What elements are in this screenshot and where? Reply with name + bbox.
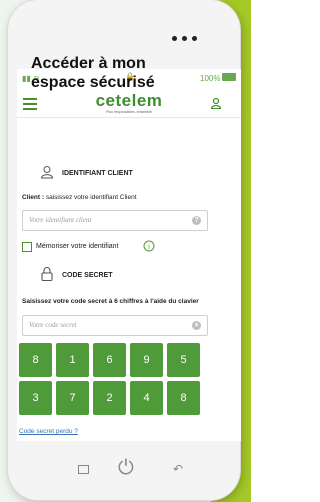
app-header: cetelem Plus responsables, ensemble (17, 89, 241, 118)
logo-text: cetelem (95, 91, 163, 110)
battery-icon (222, 73, 236, 81)
secret-section-label: CODE SECRET (62, 272, 113, 279)
svg-text:i: i (148, 243, 150, 251)
clear-icon[interactable]: × (192, 321, 201, 330)
keypad-key[interactable]: 8 (167, 381, 200, 415)
identifiant-field-label: Client : saisissez votre identifiant Cli… (22, 194, 137, 201)
remember-label[interactable]: Mémoriser votre identifiant (36, 243, 118, 250)
keypad-key[interactable]: 1 (56, 343, 89, 377)
info-icon[interactable]: i (143, 240, 155, 252)
page-title: Accéder à mon espace sécurisé (31, 55, 155, 91)
secret-code-input[interactable]: Votre code secret × (22, 315, 208, 336)
remember-checkbox[interactable] (22, 242, 32, 252)
help-icon[interactable]: ? (192, 216, 201, 225)
keypad-key[interactable]: 6 (93, 343, 126, 377)
logo-tagline: Plus responsables, ensemble (106, 110, 152, 114)
identifiant-section-label: IDENTIFIANT CLIENT (62, 170, 133, 177)
camera-dots (172, 36, 197, 41)
keypad-key[interactable]: 2 (93, 381, 126, 415)
power-home-icon[interactable]: ⏻ (118, 458, 134, 478)
identifiant-placeholder: Votre identifiant client (29, 216, 92, 224)
cetelem-logo[interactable]: cetelem Plus responsables, ensemble (17, 91, 241, 115)
keypad-key[interactable]: 7 (56, 381, 89, 415)
keypad-key[interactable]: 5 (167, 343, 200, 377)
padlock-icon (41, 267, 53, 281)
person-icon (40, 166, 54, 179)
keypad-key[interactable]: 9 (130, 343, 163, 377)
forgot-code-link[interactable]: Code secret perdu ? (19, 428, 78, 435)
user-icon[interactable] (210, 97, 222, 109)
keypad-key[interactable]: 4 (130, 381, 163, 415)
keypad-key[interactable]: 3 (19, 381, 52, 415)
keypad-key[interactable]: 8 (19, 343, 52, 377)
identifiant-input[interactable]: Votre identifiant client ? (22, 210, 208, 231)
secret-placeholder: Votre code secret (29, 321, 77, 329)
back-icon[interactable]: ↶ (173, 462, 183, 476)
secret-instruction: Saisissez votre code secret à 6 chiffres… (22, 298, 199, 305)
recent-apps-icon[interactable] (78, 465, 89, 474)
